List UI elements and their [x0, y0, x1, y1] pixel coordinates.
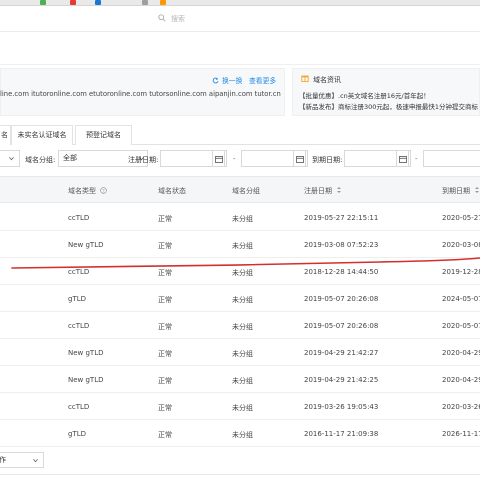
- batch-action-select[interactable]: 作: [0, 452, 44, 468]
- chevron-down-icon: [33, 458, 38, 463]
- footer-divider: [0, 474, 480, 475]
- batch-action-value: 作: [0, 456, 6, 464]
- red-annotation-line: [11, 257, 480, 269]
